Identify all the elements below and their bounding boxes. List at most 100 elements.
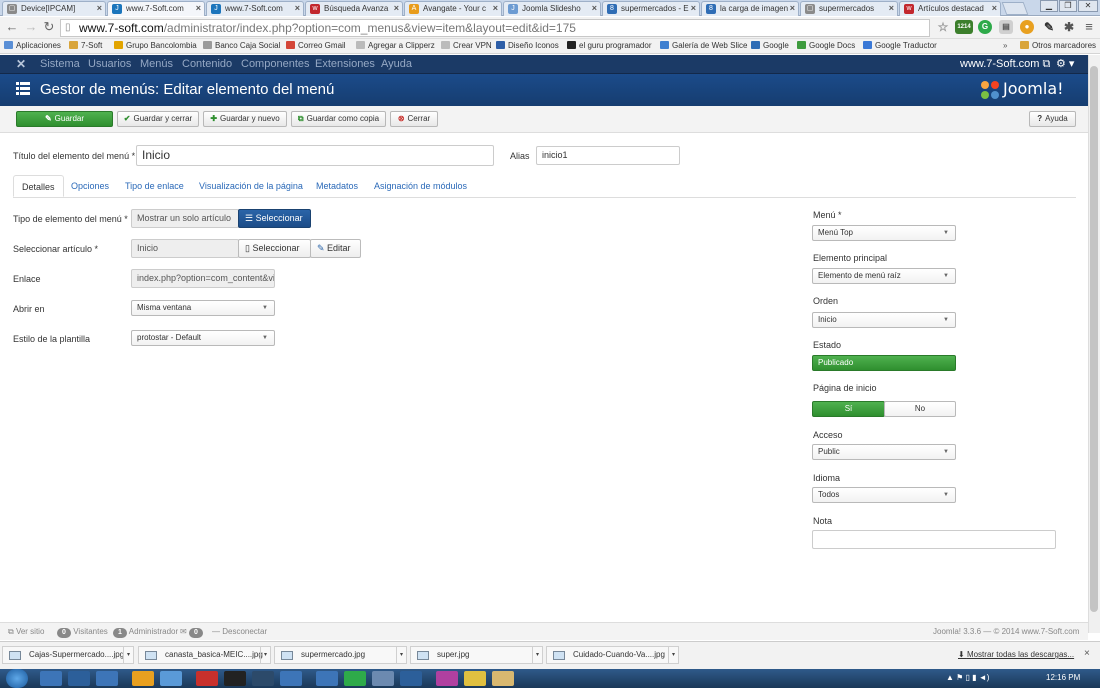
help-button[interactable]: ? Ayuda: [1029, 111, 1076, 127]
logout-link[interactable]: — Desconectar: [212, 623, 267, 641]
bookmarks-overflow-icon[interactable]: »: [1003, 39, 1007, 53]
nav-menu-item[interactable]: Menús: [140, 55, 173, 74]
taskbar-app-icon[interactable]: [436, 671, 458, 686]
note-input[interactable]: [812, 530, 1056, 549]
taskbar-app-icon[interactable]: [40, 671, 62, 686]
bookmark-item[interactable]: Galería de Web Slice: [660, 39, 747, 53]
bookmark-item[interactable]: 7-Soft: [69, 39, 102, 53]
nav-menu-item[interactable]: Ayuda: [381, 55, 412, 74]
download-item[interactable]: canasta_basica-MEIC....jpg ▾: [138, 646, 271, 664]
home-yes-toggle[interactable]: Sí: [812, 401, 885, 417]
close-tab-icon[interactable]: ×: [592, 2, 597, 15]
tab-module-assignment[interactable]: Asignación de módulos: [374, 175, 467, 197]
browser-tab[interactable]: A Avangate - Your c ×: [404, 1, 502, 16]
bookmark-item[interactable]: Diseño Iconos: [496, 39, 559, 53]
alias-input[interactable]: inicio1: [536, 146, 680, 165]
tab-link-type[interactable]: Tipo de enlace: [125, 175, 184, 197]
bookmark-item[interactable]: Google: [751, 39, 789, 53]
extension-doc-icon[interactable]: ▤: [999, 20, 1013, 34]
close-window-icon[interactable]: ✕: [1078, 0, 1098, 12]
bookmark-item[interactable]: Agregar a Clipperz: [356, 39, 435, 53]
scrollbar-thumb[interactable]: [1090, 66, 1098, 612]
select-article-button[interactable]: ▯ Seleccionar: [238, 239, 311, 258]
chrome-menu-icon[interactable]: ≡: [1082, 20, 1096, 34]
nav-menu-item[interactable]: Componentes: [241, 55, 310, 74]
close-tab-icon[interactable]: ×: [992, 2, 997, 15]
chevron-down-icon[interactable]: ▾: [668, 646, 679, 664]
template-style-select[interactable]: protostar - Default ▼: [131, 330, 275, 346]
access-select[interactable]: Public ▼: [812, 444, 956, 460]
save-new-button[interactable]: ✚ Guardar y nuevo: [203, 111, 287, 127]
bookmark-item[interactable]: Google Traductor: [863, 39, 937, 53]
view-site-link[interactable]: ⧉ Ver sitio: [8, 623, 44, 641]
bookmark-item[interactable]: Grupo Bancolombia: [114, 39, 197, 53]
bookmark-item[interactable]: Google Docs: [797, 39, 855, 53]
star-icon[interactable]: ☆: [936, 20, 950, 34]
browser-tab[interactable]: 8 supermercados - E ×: [602, 1, 700, 16]
new-tab-button[interactable]: [1001, 2, 1029, 15]
download-item[interactable]: super.jpg ▾: [410, 646, 543, 664]
chevron-down-icon[interactable]: ▾: [532, 646, 543, 664]
browser-tab[interactable]: ▢ Device[IPCAM] ×: [2, 1, 106, 16]
browser-tab[interactable]: w Búsqueda Avanza ×: [305, 1, 403, 16]
title-input[interactable]: Inicio: [136, 145, 494, 166]
taskbar-chrome-icon[interactable]: [160, 671, 182, 686]
tab-details[interactable]: Detalles: [13, 175, 64, 197]
restore-icon[interactable]: ❐: [1059, 0, 1077, 12]
select-type-button[interactable]: ☰ Seleccionar: [238, 209, 311, 228]
save-copy-button[interactable]: ⧉ Guardar como copia: [291, 111, 386, 127]
browser-tab[interactable]: J Joomla Slidesho ×: [503, 1, 601, 16]
parent-item-select[interactable]: Elemento de menú raíz ▼: [812, 268, 956, 284]
show-all-downloads-link[interactable]: ⬇ Mostrar todas las descargas...: [958, 650, 1074, 659]
close-tab-icon[interactable]: ×: [889, 2, 894, 15]
messages-status[interactable]: ✉ 0: [180, 623, 203, 641]
download-item[interactable]: Cajas-Supermercado....jpg ▾: [2, 646, 134, 664]
start-button[interactable]: [6, 669, 28, 688]
close-tab-icon[interactable]: ×: [691, 2, 696, 15]
nav-menu-item[interactable]: Contenido: [182, 55, 232, 74]
open-in-select[interactable]: Misma ventana ▼: [131, 300, 275, 316]
close-tab-icon[interactable]: ×: [196, 2, 201, 15]
extension-badge-icon[interactable]: 1214: [955, 20, 973, 34]
nav-menu-item[interactable]: Sistema: [40, 55, 80, 74]
taskbar-app-icon[interactable]: [68, 671, 90, 686]
back-icon[interactable]: ←: [5, 20, 19, 34]
taskbar-app-icon[interactable]: [96, 671, 118, 686]
home-no-toggle[interactable]: No: [884, 401, 956, 417]
bookmark-item[interactable]: Banco Caja Social: [203, 39, 280, 53]
browser-tab-active[interactable]: Jwww.7-Soft.com ×: [107, 1, 205, 16]
chevron-down-icon[interactable]: ▾: [260, 646, 271, 664]
tab-metadata[interactable]: Metadatos: [316, 175, 358, 197]
reload-icon[interactable]: ↻: [42, 20, 56, 34]
menu-select[interactable]: Menú Top ▼: [812, 225, 956, 241]
bookmark-item[interactable]: Correo Gmail: [286, 39, 346, 53]
bookmark-item[interactable]: el guru programador: [567, 39, 651, 53]
taskbar-app-icon[interactable]: [196, 671, 218, 686]
edit-article-button[interactable]: ✎ Editar: [310, 239, 361, 258]
url-input[interactable]: ▯ www.7-soft.com/administrator/index.php…: [60, 19, 930, 37]
browser-tab[interactable]: ▢ supermercados ×: [800, 1, 898, 16]
language-select[interactable]: Todos ▼: [812, 487, 956, 503]
tab-options[interactable]: Opciones: [71, 175, 109, 197]
extension-pencil-icon[interactable]: ✎: [1042, 20, 1056, 34]
taskbar-app-icon[interactable]: [400, 671, 422, 686]
browser-tab[interactable]: 8 la carga de imagen ×: [701, 1, 799, 16]
close-tab-icon[interactable]: ×: [493, 2, 498, 15]
chevron-down-icon[interactable]: ▾: [396, 646, 407, 664]
download-item[interactable]: supermercado.jpg ▾: [274, 646, 407, 664]
forward-icon[interactable]: →: [24, 20, 38, 34]
save-button[interactable]: ✎ Guardar: [16, 111, 113, 127]
minimize-icon[interactable]: ▁: [1040, 0, 1058, 12]
extension-puzzle-icon[interactable]: ✱: [1062, 20, 1076, 34]
settings-gear-icon[interactable]: ⚙ ▾: [1056, 55, 1074, 74]
taskbar-app-icon[interactable]: [252, 671, 274, 686]
close-tab-icon[interactable]: ×: [394, 2, 399, 15]
nav-menu-item[interactable]: Usuarios: [88, 55, 131, 74]
close-tab-icon[interactable]: ×: [295, 2, 300, 15]
tab-page-display[interactable]: Visualización de la página: [199, 175, 303, 197]
taskbar-app-icon[interactable]: [280, 671, 302, 686]
extension-chrome-icon[interactable]: ●: [1020, 20, 1034, 34]
taskbar-app-icon[interactable]: [132, 671, 154, 686]
close-tab-icon[interactable]: ×: [97, 2, 102, 15]
browser-tab[interactable]: w Artículos destacad ×: [899, 1, 1001, 16]
